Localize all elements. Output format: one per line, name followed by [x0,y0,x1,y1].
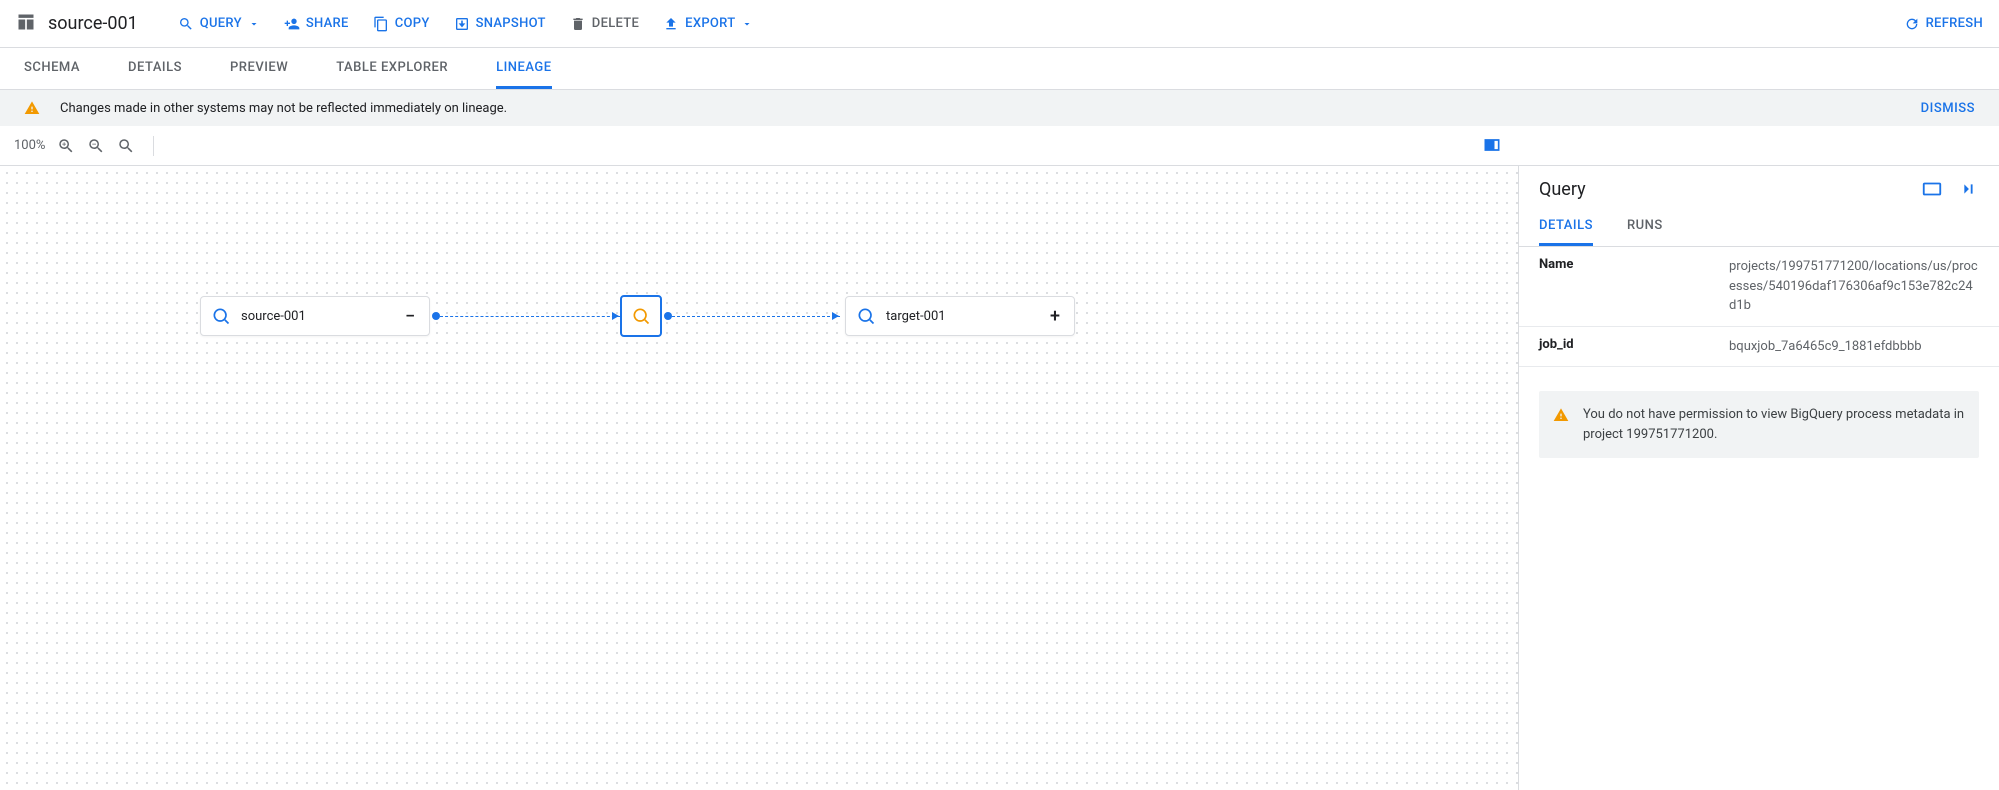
collapse-icon[interactable]: − [401,307,419,325]
zoom-bar: 100% [0,126,1999,166]
toggle-side-panel[interactable] [1479,132,1505,158]
detail-value: projects/199751771200/locations/us/proce… [1729,257,1979,316]
permission-text: You do not have permission to view BigQu… [1583,405,1965,444]
lineage-notice: Changes made in other systems may not be… [0,90,1999,126]
table-node-icon [856,306,876,326]
detail-row-jobid: job_id bquxjob_7a6465c9_1881efdbbbb [1519,327,1999,368]
node-label: target-001 [886,309,946,324]
warning-icon [24,100,40,116]
refresh-button[interactable]: REFRESH [1904,16,1983,32]
table-node-icon [211,306,231,326]
copy-button[interactable]: COPY [373,16,430,32]
trash-icon [570,16,586,32]
detail-value: bquxjob_7a6465c9_1881efdbbbb [1729,337,1979,357]
query-button[interactable]: QUERY [178,16,260,32]
search-icon [178,16,194,32]
snapshot-icon [454,16,470,32]
panel-title: Query [1539,179,1907,200]
zoom-reset-icon[interactable] [117,137,135,155]
zoom-level: 100% [14,138,45,153]
panel-tab-details[interactable]: DETAILS [1539,208,1593,246]
delete-button[interactable]: DELETE [570,16,639,32]
panel-tabs: DETAILS RUNS [1519,208,1999,247]
export-button[interactable]: EXPORT [663,16,753,32]
port-dot [432,312,440,320]
collapse-panel-icon[interactable] [1957,178,1979,200]
table-icon [16,12,48,36]
lineage-canvas[interactable]: source-001 − target-001 + [0,166,1519,790]
lineage-node-target[interactable]: target-001 + [845,296,1075,336]
node-label: source-001 [241,309,306,324]
detail-row-name: Name projects/199751771200/locations/us/… [1519,247,1999,327]
snapshot-button[interactable]: SNAPSHOT [454,16,546,32]
tab-preview[interactable]: PREVIEW [230,48,288,89]
tab-table-explorer[interactable]: TABLE EXPLORER [336,48,448,89]
lineage-edge [440,316,620,317]
panel-header: Query [1519,166,1999,208]
lineage-layout: source-001 − target-001 + Query DETA [0,166,1999,790]
zoom-in-icon[interactable] [57,137,75,155]
details-panel: Query DETAILS RUNS Name projects/1997517… [1519,166,1999,790]
port-dot [664,312,672,320]
zoom-out-icon[interactable] [87,137,105,155]
process-icon [631,306,651,326]
detail-key: job_id [1539,337,1729,357]
expand-icon[interactable]: + [1046,307,1064,325]
lineage-process-node[interactable] [620,295,662,337]
refresh-icon [1904,16,1920,32]
main-tabs: SCHEMA DETAILS PREVIEW TABLE EXPLORER LI… [0,48,1999,90]
arrow-icon [832,312,839,320]
tab-lineage[interactable]: LINEAGE [496,48,552,89]
person-add-icon [284,16,300,32]
page-title: source-001 [48,13,138,34]
tab-schema[interactable]: SCHEMA [24,48,80,89]
lineage-node-source[interactable]: source-001 − [200,296,430,336]
page-header: source-001 QUERY SHARE COPY SNAPSHOT DEL… [0,0,1999,48]
share-button[interactable]: SHARE [284,16,349,32]
notice-text: Changes made in other systems may not be… [60,101,507,116]
chevron-down-icon [248,18,260,30]
dismiss-button[interactable]: DISMISS [1921,101,1975,116]
fullscreen-icon[interactable] [1921,178,1943,200]
toolbar: QUERY SHARE COPY SNAPSHOT DELETE EXPORT … [178,16,1983,32]
chevron-down-icon [741,18,753,30]
arrow-icon [612,312,619,320]
upload-icon [663,16,679,32]
detail-key: Name [1539,257,1729,316]
permission-warning: You do not have permission to view BigQu… [1539,391,1979,458]
copy-icon [373,16,389,32]
warning-icon [1553,407,1569,423]
panel-tab-runs[interactable]: RUNS [1627,208,1663,246]
lineage-edge [672,316,840,317]
tab-details[interactable]: DETAILS [128,48,182,89]
